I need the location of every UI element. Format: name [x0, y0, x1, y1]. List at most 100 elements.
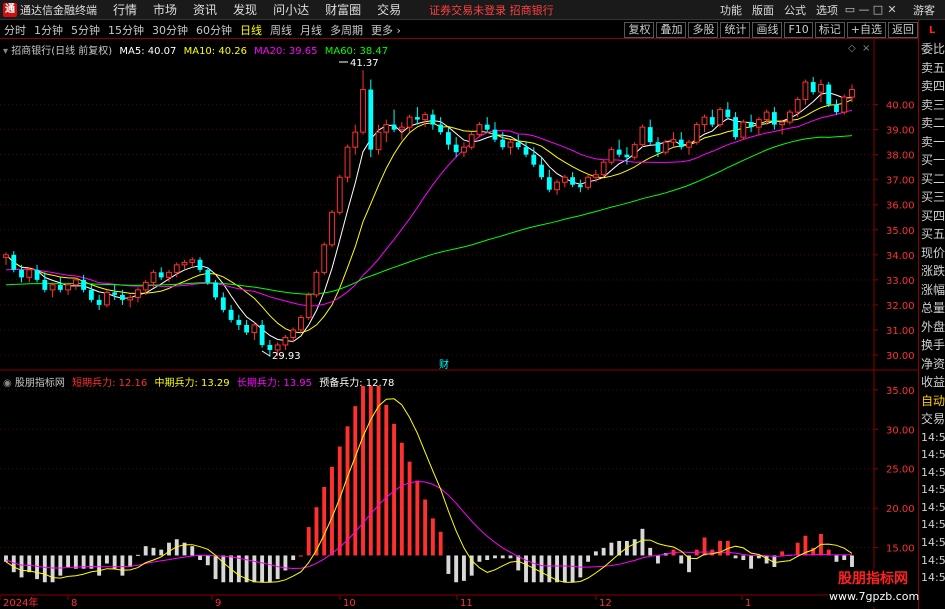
multi-stock-button[interactable]: 多股 [688, 21, 719, 38]
period-30min[interactable]: 30分钟 [148, 22, 192, 38]
candle-body [305, 294, 312, 318]
chart-area[interactable]: 30.00 31.00 32.00 33.00 34.00 35.00 36.00 37.00… [0, 39, 918, 609]
menu-formula[interactable]: 公式 [779, 2, 811, 18]
candle-body [290, 329, 297, 338]
candle-body [205, 269, 211, 283]
sidebar-item[interactable]: 卖二 [919, 114, 945, 133]
candle-body [507, 141, 514, 148]
close-panel-icon[interactable]: × [862, 43, 870, 54]
legend-toggle-icon[interactable]: ◉ [3, 378, 12, 389]
sidebar-item[interactable]: 总量 [919, 299, 945, 318]
indicator-bar [198, 555, 202, 561]
indicator-bar [834, 555, 839, 562]
sidebar-item[interactable]: 买五 [919, 225, 945, 244]
sidebar-item[interactable]: 现价 [919, 244, 945, 263]
overlay-button[interactable]: 叠加 [656, 21, 687, 38]
indicator-bar [368, 385, 373, 556]
sidebar-item[interactable]: 外盘 [919, 318, 945, 337]
sidebar-time: 14:56 [921, 553, 945, 567]
candle-body [523, 147, 529, 155]
sidebar-item[interactable]: 委比 [919, 40, 945, 59]
restore-icon[interactable]: ▭ [843, 3, 857, 16]
financial-report-marker[interactable]: 财 [439, 358, 449, 371]
add-watchlist-button[interactable]: +自选 [846, 21, 886, 38]
reserve-force-value: 预备兵力: 12.78 [319, 378, 395, 389]
sidebar-trade[interactable]: 交易 [919, 410, 945, 429]
period-weekly[interactable]: 周线 [266, 22, 296, 38]
period-multi[interactable]: 多周期 [326, 22, 367, 38]
menu-layout[interactable]: 版面 [747, 2, 779, 18]
x-tick-label: 10 [343, 598, 356, 609]
indicator-bar [516, 555, 521, 571]
candle-body [135, 289, 141, 298]
sidebar-item[interactable]: 卖一 [919, 133, 945, 152]
sidebar-item[interactable]: 买四 [919, 207, 945, 226]
sidebar-item[interactable]: 买三 [919, 188, 945, 207]
period-daily[interactable]: 日线 [236, 22, 266, 38]
right-sidebar: L 委比 卖五 卖四 卖三 卖二 卖一 买一 买二 买三 买四 买五 现价 涨跌 涨幅 总量 外盘 换手 净资 收益… [918, 20, 945, 609]
sidebar-item[interactable]: 买一 [919, 151, 945, 170]
draw-button[interactable]: 画线 [752, 21, 783, 38]
menu-ask[interactable]: 问小达 [265, 1, 317, 18]
period-60min[interactable]: 60分钟 [192, 22, 236, 38]
candle-body [794, 99, 801, 113]
period-tick[interactable]: 分时 [0, 22, 30, 38]
indicator-bar [547, 555, 552, 583]
period-more[interactable]: 更多 › [367, 22, 405, 38]
sidebar-item[interactable]: 收益 [919, 373, 945, 392]
period-5min[interactable]: 5分钟 [67, 22, 104, 38]
candle-body [484, 124, 490, 130]
period-monthly[interactable]: 月线 [296, 22, 326, 38]
menu-options[interactable]: 选项 [811, 2, 843, 18]
sidebar-item[interactable]: 换手 [919, 336, 945, 355]
period-15min[interactable]: 15分钟 [104, 22, 148, 38]
guest-label[interactable]: 游客 [913, 2, 935, 18]
menu-wealth[interactable]: 财富圈 [317, 1, 369, 18]
menu-news[interactable]: 资讯 [185, 1, 225, 18]
watermark-url: www.7gpzb.com [829, 590, 920, 603]
menu-market[interactable]: 市场 [145, 1, 185, 18]
login-notice[interactable]: 证券交易未登录 招商银行 [429, 2, 554, 18]
candle-body [375, 131, 382, 151]
sidebar-item[interactable]: 净资 [919, 355, 945, 374]
menu-function[interactable]: 功能 [715, 2, 747, 18]
y-tick-label: 40.00 [886, 101, 915, 112]
back-button[interactable]: 返回 [888, 21, 918, 38]
candle-body [733, 117, 738, 138]
candle-body [771, 112, 777, 125]
sidebar-item[interactable]: 买二 [919, 170, 945, 189]
candle-body [42, 279, 48, 290]
candle-body [142, 281, 149, 291]
candle-body [717, 109, 723, 126]
indicator-bar [252, 555, 257, 583]
sidebar-item[interactable]: 涨幅 [919, 281, 945, 300]
legend-toggle-icon[interactable]: ▾ [3, 46, 8, 57]
maximize-icon[interactable]: □ [871, 3, 885, 16]
minimize-icon[interactable]: — [857, 3, 871, 16]
close-icon[interactable]: ✕ [885, 3, 899, 16]
sidebar-level-icon[interactable]: L [919, 20, 945, 40]
period-toolbar: 分时 1分钟 5分钟 15分钟 30分钟 60分钟 日线 周线 月线 多周期 更… [0, 21, 918, 39]
y-tick-label: 30.00 [886, 351, 915, 362]
sidebar-item[interactable]: 卖四 [919, 77, 945, 96]
sidebar-item[interactable]: 卖三 [919, 96, 945, 115]
candle-body [639, 126, 646, 146]
mark-button[interactable]: 标记 [814, 21, 845, 38]
top-menu-bar: 通 通达信金融终端 行情 市场 资讯 发现 问小达 财富圈 交易 证券交易未登录… [0, 0, 945, 20]
y-tick-label: 31.00 [886, 326, 915, 337]
indicator-bar [42, 555, 47, 583]
sidebar-auto[interactable]: 自动 [919, 392, 945, 411]
adjust-button[interactable]: 复权 [624, 21, 655, 38]
diamond-icon[interactable]: ◇ [848, 43, 856, 54]
menu-trade[interactable]: 交易 [369, 1, 409, 18]
candle-body [189, 259, 196, 263]
stats-button[interactable]: 统计 [720, 21, 751, 38]
sidebar-item[interactable]: 涨跌 [919, 262, 945, 281]
menu-quotes[interactable]: 行情 [105, 1, 145, 18]
candle-body [34, 269, 40, 280]
period-1min[interactable]: 1分钟 [30, 22, 67, 38]
menu-discover[interactable]: 发现 [225, 1, 265, 18]
indicator-bar [330, 466, 334, 556]
sidebar-item[interactable]: 卖五 [919, 59, 945, 78]
f10-button[interactable]: F10 [784, 21, 813, 38]
